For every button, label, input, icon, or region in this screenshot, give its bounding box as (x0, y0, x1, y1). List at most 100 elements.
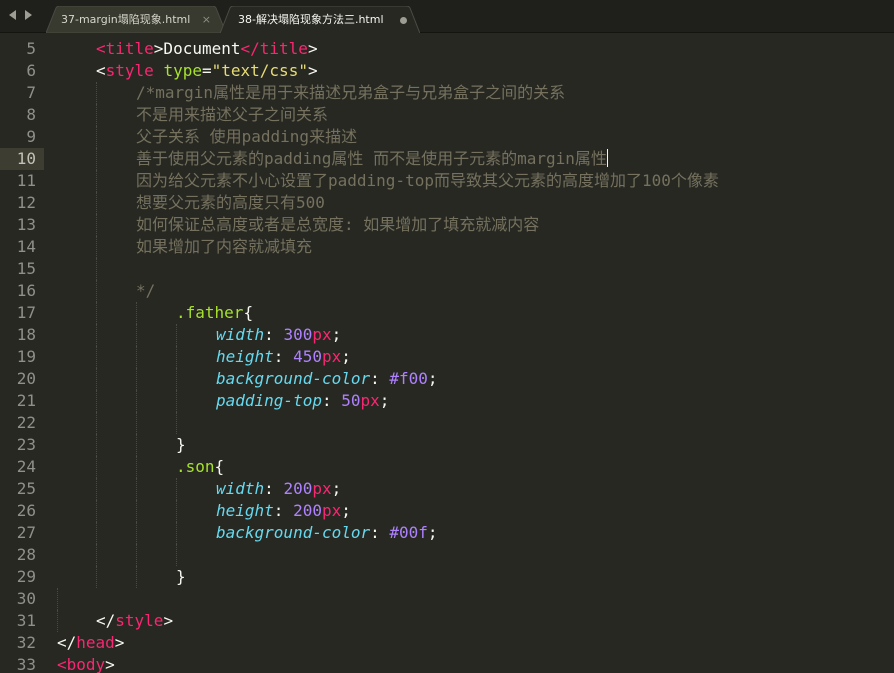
code-token: < (96, 61, 106, 80)
tab-label: 37-margin塌陷现象.html (61, 13, 191, 26)
code-editor-window: 37-margin塌陷现象.html × 38-解决塌陷现象方法三.html 4… (0, 0, 894, 673)
code-token: > (163, 611, 174, 630)
code-token: px (321, 347, 342, 366)
code-token: : (264, 479, 284, 498)
code-line[interactable]: 31 </style> (0, 610, 894, 632)
code-line[interactable]: 23} (0, 434, 894, 456)
indent-guide (96, 258, 97, 280)
code-token: 如何保证总高度或者是总宽度: 如果增加了填充就减内容 (136, 215, 540, 234)
indent-guide (96, 478, 97, 500)
code-token: px (321, 501, 342, 520)
code-token: ; (341, 501, 351, 520)
indent-guide (136, 522, 137, 544)
code-token: 善于使用父元素的padding属性 而不是使用子元素的margin属性 (136, 149, 607, 168)
code-line[interactable]: 30 (0, 588, 894, 610)
line-number: 16 (16, 281, 36, 300)
code-line[interactable]: 13 如何保证总高度或者是总宽度: 如果增加了填充就减内容 (0, 214, 894, 236)
code-line[interactable]: 9 父子关系 使用padding来描述 (0, 126, 894, 148)
tab-37-margin[interactable]: 37-margin塌陷现象.html × (46, 6, 226, 33)
code-line[interactable]: 28 (0, 544, 894, 566)
tab-label: 38-解决塌陷现象方法三.html (238, 13, 384, 26)
code-token: width (216, 325, 265, 344)
code-line[interactable]: 25 width: 200px; (0, 478, 894, 500)
line-number: 29 (16, 567, 36, 586)
code-token: : (273, 501, 294, 520)
text-caret (606, 149, 608, 167)
indent-guide (176, 324, 177, 346)
code-token: head (76, 633, 115, 652)
code-line[interactable]: 24 .son{ (0, 456, 894, 478)
line-number: 13 (16, 215, 36, 234)
code-line[interactable]: 6 <style type="text/css"> (0, 60, 894, 82)
code-text: width: 300px; (216, 324, 341, 346)
code-token: </ (96, 611, 116, 630)
line-number: 27 (16, 523, 36, 542)
indent-guide (96, 214, 97, 236)
line-number: 8 (26, 105, 36, 124)
indent-guide (96, 324, 97, 346)
code-line[interactable]: 27 background-color: #00f; (0, 522, 894, 544)
code-token: 450 (293, 347, 322, 366)
code-area[interactable]: 4<meta charset="UTF-8">5<title>Document<… (0, 33, 894, 673)
code-line[interactable]: 32 </head> (0, 632, 894, 654)
code-text: <title>Document</title> (96, 38, 318, 60)
code-line[interactable]: 11 因为给父元素不小心设置了padding-top而导致其父元素的高度增加了10… (0, 170, 894, 192)
code-token: 300 (283, 325, 313, 344)
code-token: ; (341, 347, 351, 366)
line-number: 10 (16, 149, 36, 168)
code-text: /*margin属性是用于来描述兄弟盒子与兄弟盒子之间的关系 (136, 82, 565, 104)
tab-scroll-left-icon[interactable] (9, 10, 16, 20)
code-token: /*margin属性是用于来描述兄弟盒子与兄弟盒子之间的关系 (136, 83, 566, 102)
code-line[interactable]: 29} (0, 566, 894, 588)
indent-guide (176, 412, 177, 434)
code-token: ; (427, 523, 438, 542)
line-number: 32 (16, 633, 36, 652)
code-line[interactable]: 12 想要父元素的高度只有500 (0, 192, 894, 214)
code-line[interactable]: 16 */ (0, 280, 894, 302)
code-token: : (264, 325, 284, 344)
code-line[interactable]: 7 /*margin属性是用于来描述兄弟盒子与兄弟盒子之间的关系 (0, 82, 894, 104)
code-token: </ (57, 633, 77, 652)
close-icon[interactable]: × (202, 6, 211, 33)
code-line[interactable]: 15 (0, 258, 894, 280)
code-line[interactable]: 20 background-color: #f00; (0, 368, 894, 390)
line-number: 15 (16, 259, 36, 278)
code-text: background-color: #f00; (216, 368, 438, 390)
code-token: <meta (96, 33, 144, 36)
code-line[interactable]: 22 (0, 412, 894, 434)
code-text: 如果增加了内容就减填充 (136, 236, 312, 258)
code-token: */ (136, 281, 156, 300)
code-token: px (312, 479, 332, 498)
code-token: > (298, 33, 308, 36)
code-line[interactable]: 33 <body> (0, 654, 894, 673)
indent-guide (136, 456, 137, 478)
code-line[interactable]: 5 <title>Document</title> (0, 38, 894, 60)
indent-guide (136, 434, 137, 456)
code-token: .son (176, 457, 215, 476)
code-line[interactable]: 17 .father{ (0, 302, 894, 324)
code-token: ; (331, 479, 342, 498)
code-token: : (273, 347, 294, 366)
code-line[interactable]: 21 padding-top: 50px; (0, 390, 894, 412)
indent-guide (96, 522, 97, 544)
code-token: #00f (389, 523, 428, 542)
indent-guide (96, 544, 97, 566)
indent-guide (96, 434, 97, 456)
code-line[interactable]: 8 不是用来描述父子之间关系 (0, 104, 894, 126)
indent-guide (136, 324, 137, 346)
code-line[interactable]: 19 height: 450px; (0, 346, 894, 368)
code-line[interactable]: 14 如果增加了内容就减填充 (0, 236, 894, 258)
tab-scroll-right-icon[interactable] (25, 10, 32, 20)
code-token: > (114, 633, 125, 652)
code-line[interactable]: 18 width: 300px; (0, 324, 894, 346)
code-line[interactable]: 10 善于使用父元素的padding属性 而不是使用子元素的margin属性 (0, 148, 894, 170)
unsaved-dot-icon[interactable] (400, 17, 407, 24)
code-line[interactable]: 26 height: 200px; (0, 500, 894, 522)
code-text: height: 200px; (216, 500, 351, 522)
tab-38-active[interactable]: 38-解决塌陷现象方法三.html (220, 6, 420, 33)
indent-guide (96, 566, 97, 588)
code-token: height (216, 501, 274, 520)
code-text: 父子关系 使用padding来描述 (136, 126, 357, 148)
code-token: "UTF-8" (231, 33, 298, 36)
